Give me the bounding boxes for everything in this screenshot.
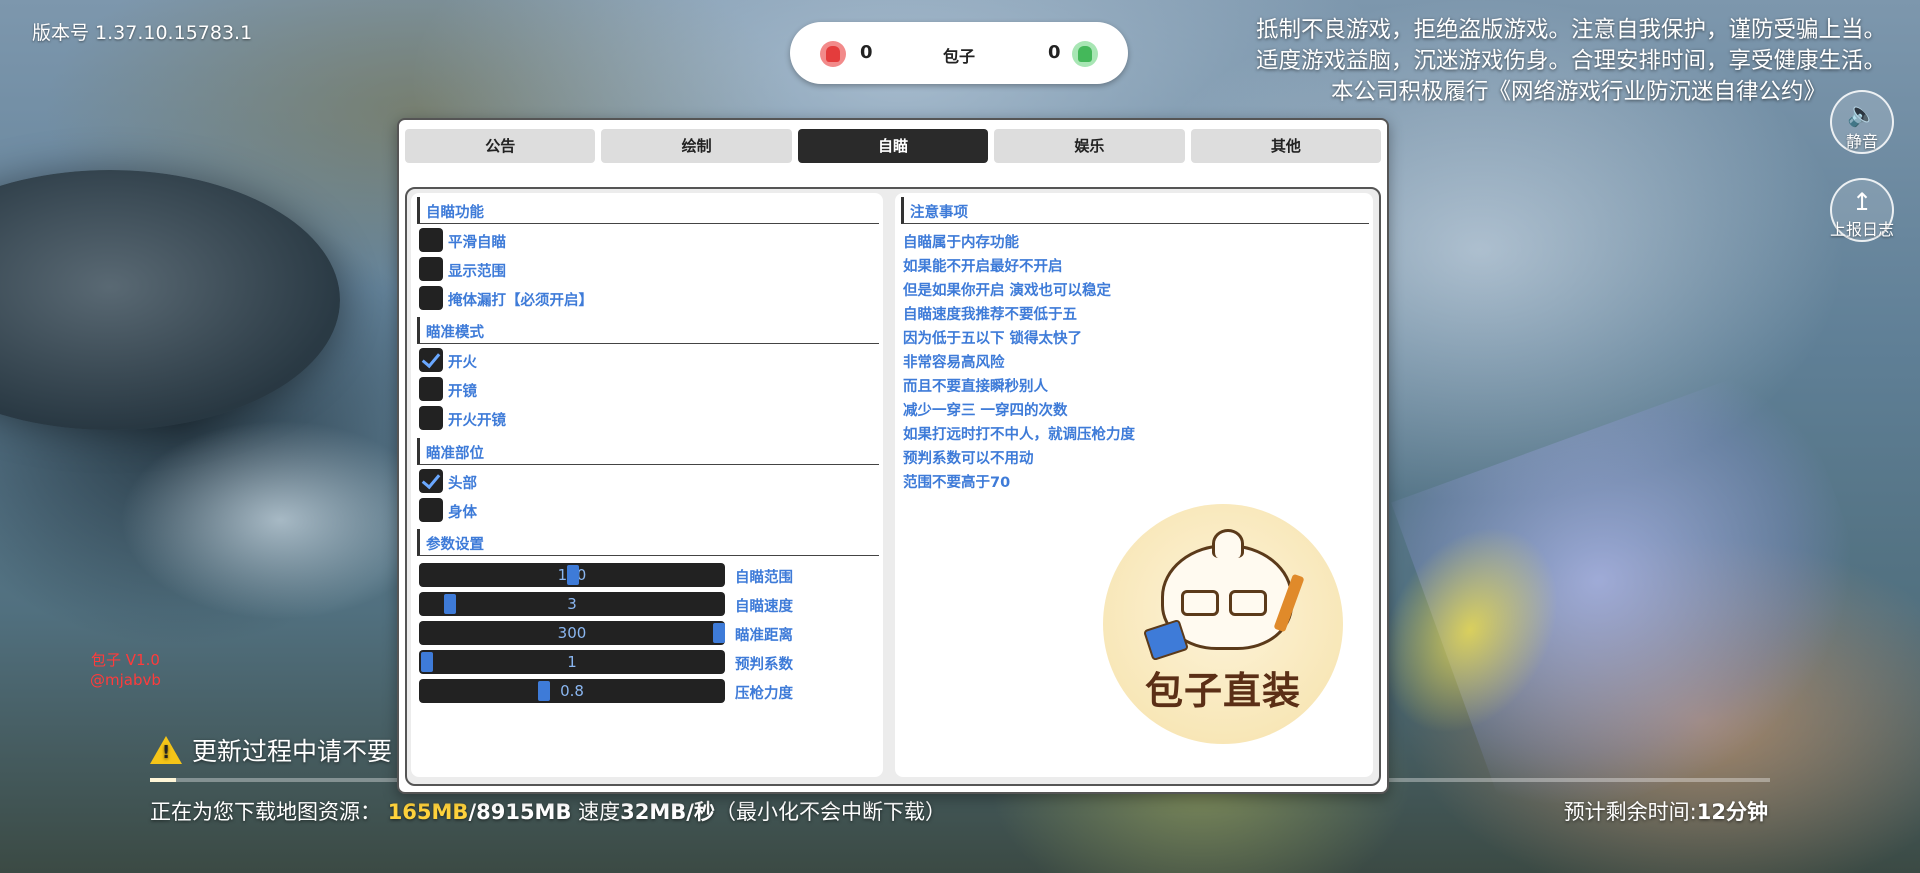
mute-label: 静音 <box>1845 132 1878 151</box>
slider-label: 瞄准距离 <box>735 628 793 644</box>
checkbox[interactable] <box>419 228 443 252</box>
slider-value: 3 <box>567 595 577 613</box>
speed-label: 速度 <box>578 800 621 824</box>
report-log-button[interactable]: ↥ 上报日志 <box>1830 178 1894 242</box>
section-header-mode: 瞄准模式 <box>417 317 879 344</box>
checkbox[interactable] <box>419 377 443 401</box>
warning-icon <box>150 736 182 764</box>
section-header-params: 参数设置 <box>417 529 879 556</box>
scoreboard: 0 包子 0 <box>790 22 1128 84</box>
section-header-part: 瞄准部位 <box>417 438 879 465</box>
slider-value: 0.8 <box>560 682 584 700</box>
notes-column: 注意事项 自瞄属于内存功能 如果能不开启最好不开启 但是如果你开启 演戏也可以稳… <box>895 193 1373 777</box>
checkbox[interactable] <box>419 498 443 522</box>
tab-other[interactable]: 其他 <box>1190 129 1382 163</box>
glasses-icon <box>1181 590 1267 616</box>
eta-status: 预计剩余时间:12分钟 <box>1564 796 1768 826</box>
eta-value: 12分钟 <box>1696 800 1768 824</box>
tab-content: 自瞄功能 平滑自瞄 显示范围 掩体漏打【必须开启】 瞄准模式 开火 开镜 开火开… <box>405 187 1381 786</box>
download-prefix: 正在为您下载地图资源： <box>150 800 381 824</box>
slider-value: 1 <box>567 653 577 671</box>
background-sea <box>120 420 440 620</box>
slider-prediction[interactable]: 1 <box>419 650 725 674</box>
tab-bar: 公告 绘制 自瞄 娱乐 其他 <box>405 129 1382 163</box>
total-size: /8915MB <box>468 800 572 824</box>
notice-line: 抵制不良游戏，拒绝盗版游戏。注意自我保护，谨防受骗上当。 <box>1255 17 1886 43</box>
section-header-notes: 注意事项 <box>901 197 1369 224</box>
checkbox[interactable] <box>419 257 443 281</box>
slider-recoil[interactable]: 0.8 <box>419 679 725 703</box>
menu-panel: 公告 绘制 自瞄 娱乐 其他 自瞄功能 平滑自瞄 显示范围 掩体漏打【必须开启】… <box>397 118 1389 794</box>
anti-addiction-notice: 抵制不良游戏，拒绝盗版游戏。注意自我保护，谨防受骗上当。 适度游戏益脑，沉迷游戏… <box>1146 15 1886 108</box>
downloaded-size: 165MB <box>387 800 469 824</box>
notice-line: 适度游戏益脑，沉迷游戏伤身。合理安排时间，享受健康生活。 <box>1255 48 1886 74</box>
tab-announcement[interactable]: 公告 <box>405 129 596 163</box>
tab-draw[interactable]: 绘制 <box>601 129 792 163</box>
download-status: 正在为您下载地图资源： 165MB/8915MB 速度32MB/秒（最小化不会中… <box>150 796 946 826</box>
note-line: 自瞄速度我推荐不要低于五 <box>903 307 1077 323</box>
slider-thumb[interactable] <box>713 623 725 643</box>
note-line: 预判系数可以不用动 <box>903 451 1034 467</box>
green-team-icon <box>1072 41 1098 67</box>
slider-label: 压枪力度 <box>735 686 793 702</box>
watermark-line: @mjabvb <box>90 671 161 689</box>
bun-logo: 包子直装 <box>1103 504 1343 744</box>
slider-aim-range[interactable]: 100 <box>419 563 725 587</box>
slider-aim-distance[interactable]: 300 <box>419 621 725 645</box>
logo-text: 包子直装 <box>1144 669 1301 713</box>
eta-label: 预计剩余时间: <box>1563 800 1697 824</box>
tab-aimbot[interactable]: 自瞄 <box>797 129 989 163</box>
checkbox[interactable] <box>419 286 443 310</box>
speaker-icon: 🔈 <box>1847 100 1877 128</box>
watermark: 包子 V1.0 @mjabvb <box>90 650 161 690</box>
note-line: 因为低于五以下 锁得太快了 <box>903 331 1083 347</box>
update-warning: 更新过程中请不要 <box>150 732 392 768</box>
note-line: 如果能不开启最好不开启 <box>903 259 1063 275</box>
note-line: 范围不要高于70 <box>903 475 1011 491</box>
mute-button[interactable]: 🔈 静音 <box>1830 90 1894 154</box>
right-score: 0 <box>1048 42 1061 63</box>
note-line: 自瞄属于内存功能 <box>903 235 1019 251</box>
slider-thumb[interactable] <box>567 565 579 585</box>
note-line: 非常容易高风险 <box>903 355 1005 371</box>
speed-value: 32MB/秒 <box>620 800 715 824</box>
slider-label: 自瞄范围 <box>735 570 793 586</box>
checkbox-checked[interactable] <box>419 469 443 493</box>
note-line: 如果打远时打不中人，就调压枪力度 <box>903 427 1135 443</box>
background-disc-structure <box>0 170 340 430</box>
download-note: （最小化不会中断下载） <box>714 800 946 824</box>
notice-line: 本公司积极履行《网络游戏行业防沉迷自律公约》 <box>1330 79 1826 105</box>
settings-column: 自瞄功能 平滑自瞄 显示范围 掩体漏打【必须开启】 瞄准模式 开火 开镜 开火开… <box>411 193 883 777</box>
upload-icon: ↥ <box>1851 188 1873 216</box>
report-log-label: 上报日志 <box>1829 220 1894 239</box>
checkbox-checked[interactable] <box>419 348 443 372</box>
slider-aim-speed[interactable]: 3 <box>419 592 725 616</box>
slider-value: 300 <box>557 624 587 642</box>
slider-thumb[interactable] <box>537 681 550 701</box>
checkbox[interactable] <box>419 406 443 430</box>
watermark-line: 包子 V1.0 <box>91 651 160 669</box>
slider-label: 自瞄速度 <box>735 599 793 615</box>
note-line: 而且不要直接瞬秒别人 <box>903 379 1048 395</box>
version-label: 版本号 1.37.10.15783.1 <box>32 22 253 44</box>
slider-thumb[interactable] <box>421 652 433 672</box>
warning-text: 更新过程中请不要 <box>192 737 393 766</box>
section-header-aim: 自瞄功能 <box>417 197 879 224</box>
download-progress-fill <box>150 778 176 782</box>
note-line: 但是如果你开启 演戏也可以稳定 <box>903 283 1112 299</box>
slider-thumb[interactable] <box>444 594 457 614</box>
note-line: 减少一穿三 一穿四的次数 <box>903 403 1068 419</box>
slider-label: 预判系数 <box>735 657 793 673</box>
tab-entertainment[interactable]: 娱乐 <box>994 129 1185 163</box>
